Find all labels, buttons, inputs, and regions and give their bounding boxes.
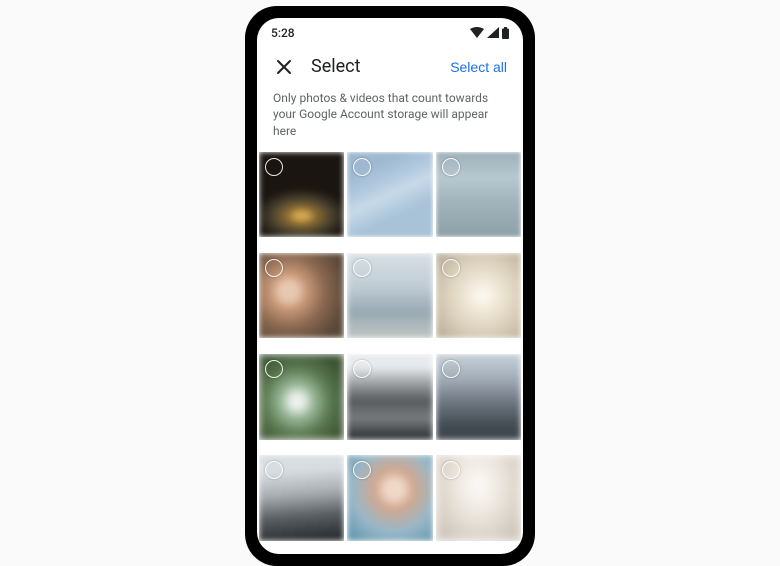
close-icon	[275, 58, 293, 76]
photo-thumbnail[interactable]	[259, 455, 344, 540]
status-time: 5:28	[271, 26, 295, 40]
select-all-button[interactable]: Select all	[448, 55, 509, 79]
select-circle-icon	[265, 259, 283, 277]
select-circle-icon	[442, 360, 460, 378]
photo-thumbnail[interactable]	[436, 354, 521, 439]
close-button[interactable]	[271, 54, 297, 80]
photo-thumbnail[interactable]	[436, 253, 521, 338]
photo-thumbnail[interactable]	[436, 455, 521, 540]
info-text: Only photos & videos that count towards …	[257, 86, 523, 152]
photo-thumbnail[interactable]	[347, 354, 432, 439]
battery-icon	[502, 27, 509, 39]
header: Select Select all	[257, 44, 523, 86]
select-circle-icon	[442, 158, 460, 176]
photo-thumbnail[interactable]	[259, 253, 344, 338]
status-icons	[470, 27, 509, 39]
page-title: Select	[311, 56, 448, 77]
photo-thumbnail[interactable]	[259, 354, 344, 439]
select-circle-icon	[442, 461, 460, 479]
photo-grid	[257, 152, 523, 554]
photo-thumbnail[interactable]	[347, 455, 432, 540]
photo-thumbnail[interactable]	[347, 253, 432, 338]
phone-frame: 5:28 Select Select all Only photos & vid…	[245, 6, 535, 566]
photo-thumbnail[interactable]	[436, 152, 521, 237]
select-circle-icon	[442, 259, 460, 277]
status-bar: 5:28	[257, 18, 523, 44]
select-circle-icon	[265, 158, 283, 176]
photo-thumbnail[interactable]	[259, 152, 344, 237]
wifi-icon	[470, 27, 484, 38]
screen: 5:28 Select Select all Only photos & vid…	[257, 18, 523, 554]
signal-icon	[487, 27, 499, 38]
photo-thumbnail[interactable]	[347, 152, 432, 237]
